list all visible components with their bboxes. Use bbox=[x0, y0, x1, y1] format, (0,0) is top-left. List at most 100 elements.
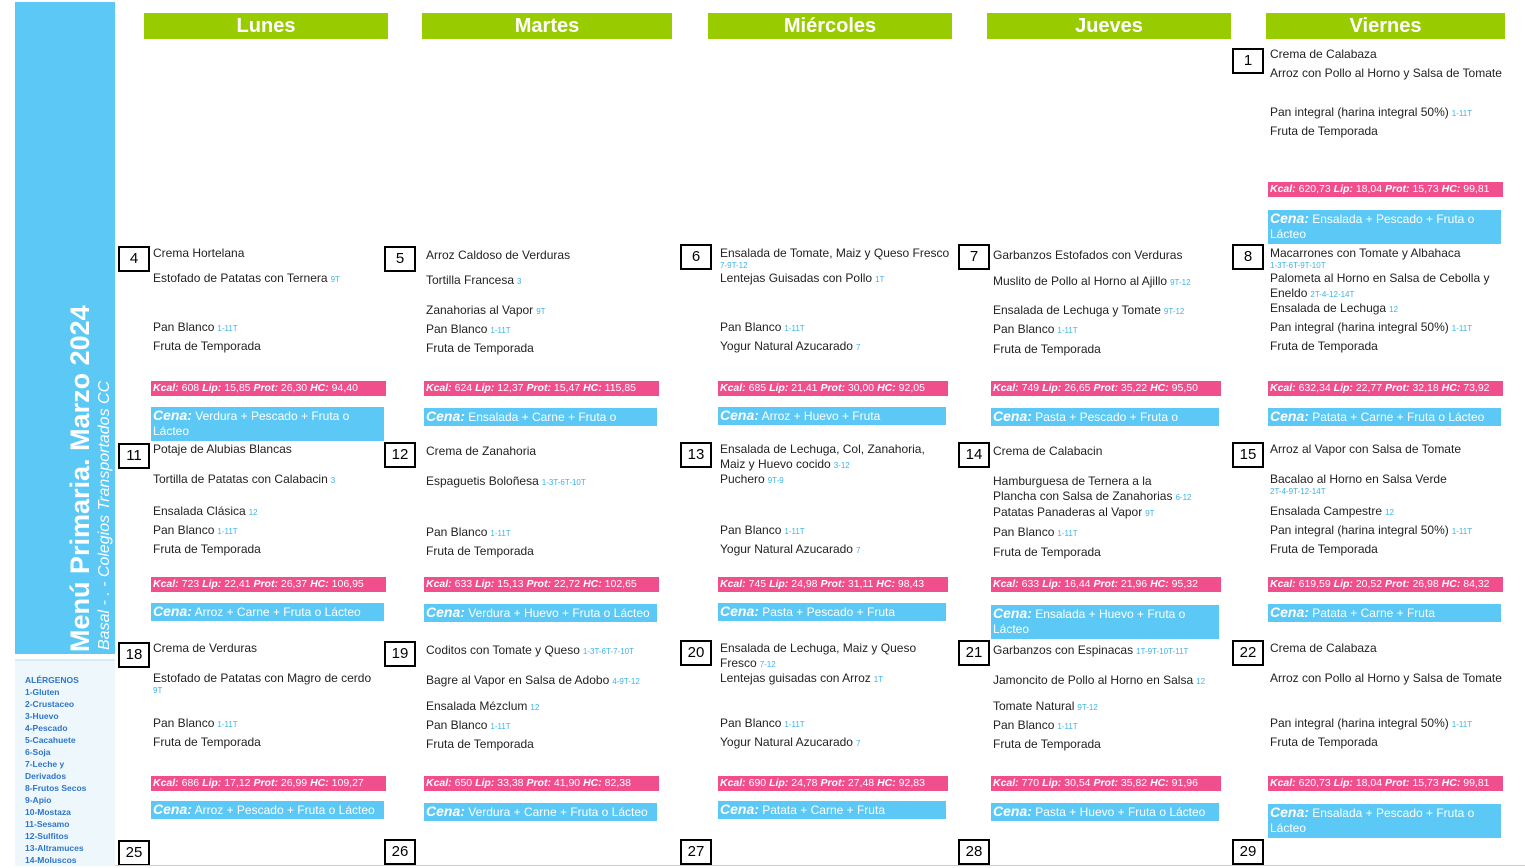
nutri-label-hc: HC: bbox=[1441, 183, 1461, 195]
dish-name: Jamoncito de Pollo al Horno en Salsa bbox=[993, 673, 1194, 687]
cena-text: Pasta + Pescado + Fruta bbox=[762, 605, 895, 619]
dish-name: Pan Blanco bbox=[993, 322, 1055, 336]
dish-item: Pan Blanco 1-11T bbox=[426, 322, 511, 338]
dish-item: Puchero 9T-9 bbox=[720, 472, 784, 488]
nutri-label-kcal: Kcal: bbox=[993, 777, 1019, 789]
nutri-label-hc: HC: bbox=[1150, 777, 1169, 789]
dish-item: Crema de Calabaza bbox=[1270, 47, 1377, 62]
dish-item: Pan Blanco 1-11T bbox=[720, 320, 805, 336]
dish-name: Pan Blanco bbox=[720, 716, 782, 730]
nutri-label-hc: HC: bbox=[1150, 382, 1169, 394]
nutri-label-lip: Lip: bbox=[1042, 578, 1062, 590]
allergen-item: 2-Crustaceo bbox=[25, 699, 75, 709]
nutri-value-lip: 22,77 bbox=[1355, 382, 1383, 394]
allergen-codes: 7-9T-12 bbox=[720, 261, 748, 270]
dish-item: Crema de Calabaza bbox=[1270, 641, 1377, 656]
allergen-codes: 1-11T bbox=[784, 720, 805, 729]
allergen-item: 10-Mostaza bbox=[25, 807, 71, 817]
dish-item: Bagre al Vapor en Salsa de Adobo 4-9T-12 bbox=[426, 673, 640, 689]
date-number: 7 bbox=[958, 244, 990, 270]
allergen-codes: 1-11T bbox=[1451, 527, 1473, 536]
dish-name: Bacalao al Horno en Salsa Verde bbox=[1270, 472, 1447, 486]
dish-item: Fruta de Temporada bbox=[1270, 339, 1378, 354]
nutrition-bar: Kcal: 650 Lip: 33,38 Prot: 41,90 HC: 82,… bbox=[424, 776, 659, 791]
allergen-codes: 9T bbox=[153, 686, 163, 695]
allergen-codes: 9T bbox=[330, 275, 340, 284]
dish-name: Fruta de Temporada bbox=[153, 542, 261, 556]
date-number: 21 bbox=[958, 640, 990, 666]
dish-name: Fruta de Temporada bbox=[153, 735, 261, 749]
date-number: 5 bbox=[384, 246, 416, 272]
dish-name: Fruta de Temporada bbox=[426, 737, 534, 751]
dish-name: Crema de Calabaza bbox=[1270, 47, 1377, 61]
allergen-item: 14-Moluscos bbox=[25, 855, 77, 865]
dish-name: Zanahorias al Vapor bbox=[426, 303, 534, 317]
nutri-value-prot: 41,90 bbox=[553, 777, 581, 789]
dish-item: Hamburguesa de Ternera a la Plancha con … bbox=[993, 474, 1193, 505]
dish-name: Fruta de Temporada bbox=[1270, 124, 1378, 138]
allergen-codes: 1-3T-6T-9T-10T bbox=[1270, 261, 1326, 270]
allergen-codes: 1-11T bbox=[1451, 109, 1473, 118]
dish-name: Ensalada Mézclum bbox=[426, 699, 528, 713]
dish-name: Arroz con Pollo al Horno y Salsa de Toma… bbox=[1270, 66, 1502, 80]
nutrition-bar: Kcal: 608 Lip: 15,85 Prot: 26,30 HC: 94,… bbox=[151, 381, 386, 396]
dish-item: Arroz con Pollo al Horno y Salsa de Toma… bbox=[1270, 671, 1502, 686]
nutrition-bar: Kcal: 624 Lip: 12,37 Prot: 15,47 HC: 115… bbox=[424, 381, 659, 396]
nutri-value-lip: 21,41 bbox=[791, 382, 818, 394]
dish-name: Estofado de Patatas con Magro de cerdo bbox=[153, 671, 372, 685]
nutri-value-prot: 22,72 bbox=[553, 578, 581, 590]
nutri-label-hc: HC: bbox=[876, 578, 895, 590]
cena-text: Patata + Carne + Fruta o Lácteo bbox=[1312, 410, 1485, 424]
dish-name: Arroz con Pollo al Horno y Salsa de Toma… bbox=[1270, 671, 1502, 685]
nutri-value-hc: 84,32 bbox=[1463, 578, 1490, 590]
nutri-label-hc: HC: bbox=[877, 382, 896, 394]
allergen-codes: 1-11T bbox=[784, 527, 805, 536]
cena-label: Cena: bbox=[993, 803, 1032, 819]
date-number: 19 bbox=[384, 641, 416, 667]
cena-bar: Cena: Verdura + Pescado + Fruta o Lácteo bbox=[151, 407, 384, 441]
dish-name: Espaguetis Boloñesa bbox=[426, 474, 539, 488]
allergen-item: 5-Cacahuete bbox=[25, 735, 76, 745]
nutri-label-hc: HC: bbox=[583, 382, 602, 394]
dish-name: Fruta de Temporada bbox=[1270, 339, 1378, 353]
nutri-value-prot: 26,99 bbox=[280, 777, 308, 789]
dish-item: Pan integral (harina integral 50%) 1-11T bbox=[1270, 716, 1472, 732]
nutri-label-prot: Prot: bbox=[1093, 578, 1118, 590]
day-header-3: Jueves bbox=[987, 13, 1231, 39]
dish-name: Crema de Calabaza bbox=[1270, 641, 1377, 655]
dish-name: Pan integral (harina integral 50%) bbox=[1270, 716, 1449, 730]
nutri-label-prot: Prot: bbox=[526, 777, 551, 789]
nutri-label-lip: Lip: bbox=[1333, 382, 1353, 394]
cena-bar: Cena: Arroz + Carne + Fruta o Lácteo bbox=[151, 603, 384, 621]
nutri-value-kcal: 624 bbox=[454, 382, 473, 394]
dish-name: Pan Blanco bbox=[720, 523, 782, 537]
cena-text: Verdura + Carne + Fruta o Lácteo bbox=[468, 805, 648, 819]
allergen-item: 1-Gluten bbox=[25, 687, 60, 697]
dish-item: Ensalada Clásica 12 bbox=[153, 504, 258, 520]
dish-name: Ensalada de Lechuga, Maiz y Queso Fresco bbox=[720, 641, 917, 670]
nutri-value-prot: 31,11 bbox=[847, 578, 874, 590]
cena-label: Cena: bbox=[426, 604, 465, 620]
dish-name: Yogur Natural Azucarado bbox=[720, 339, 853, 353]
nutri-value-hc: 106,95 bbox=[331, 578, 364, 590]
nutri-label-hc: HC: bbox=[310, 777, 329, 789]
dish-name: Lentejas Guisadas con Pollo bbox=[720, 271, 873, 285]
dish-name: Fruta de Temporada bbox=[1270, 542, 1378, 556]
allergen-codes: 7 bbox=[855, 739, 861, 748]
nutri-value-kcal: 770 bbox=[1021, 777, 1040, 789]
nutri-value-kcal: 633 bbox=[454, 578, 473, 590]
nutri-value-lip: 17,12 bbox=[224, 777, 251, 789]
allergen-item: 4-Pescado bbox=[25, 723, 68, 733]
allergen-codes: 1-11T bbox=[1057, 326, 1078, 335]
nutri-value-hc: 109,27 bbox=[331, 777, 364, 789]
cena-label: Cena: bbox=[153, 603, 192, 619]
nutrition-bar: Kcal: 620,73 Lip: 18,04 Prot: 15,73 HC: … bbox=[1268, 776, 1503, 791]
dish-item: Zanahorias al Vapor 9T bbox=[426, 303, 546, 319]
nutri-value-kcal: 608 bbox=[181, 382, 200, 394]
nutri-value-prot: 35,82 bbox=[1120, 777, 1148, 789]
allergen-item: 3-Huevo bbox=[25, 711, 59, 721]
allergen-item: 6-Soja bbox=[25, 747, 51, 757]
nutri-value-lip: 22,41 bbox=[224, 578, 251, 590]
allergen-codes: 1-11T bbox=[490, 529, 511, 538]
nutrition-bar: Kcal: 745 Lip: 24,98 Prot: 31,11 HC: 98,… bbox=[718, 577, 948, 592]
